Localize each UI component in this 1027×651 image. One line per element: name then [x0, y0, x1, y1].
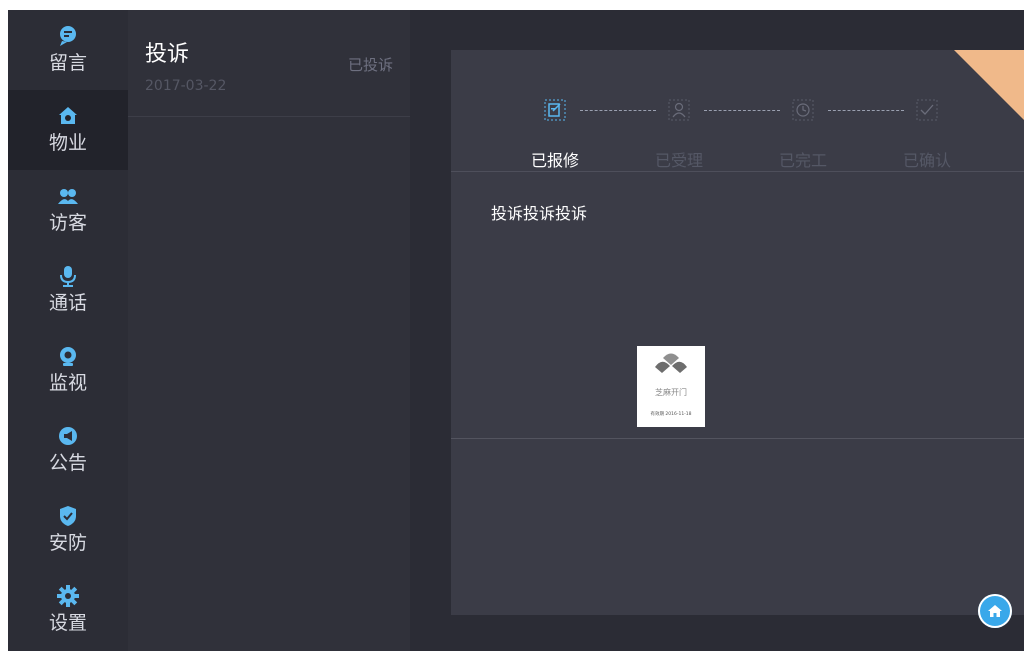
- sidebar-item-label: 物业: [48, 132, 87, 154]
- property-icon: [59, 107, 77, 124]
- sidebar-item-property[interactable]: 物业: [8, 90, 128, 170]
- sidebar: 留言 物业 访客 通话 监视 公告 安防 设置: [8, 10, 128, 651]
- sidebar-item-monitor[interactable]: 监视: [8, 330, 128, 410]
- detail-panel: 已报修 已受理 已完工 已确认 投诉投诉投诉 芝麻开门 有效期 2016-11-…: [451, 50, 1024, 615]
- camera-icon: [60, 347, 76, 366]
- sidebar-item-label: 访客: [48, 212, 87, 234]
- divider: [451, 438, 1024, 439]
- complaint-content: 投诉投诉投诉: [491, 204, 588, 223]
- step-label-confirmed: 已确认: [902, 151, 952, 170]
- gear-icon: [57, 585, 79, 607]
- check-icon: [916, 99, 938, 121]
- user-icon: [668, 99, 690, 121]
- clock-icon: [792, 99, 814, 121]
- sidebar-item-label: 公告: [48, 452, 87, 474]
- sidebar-item-settings[interactable]: 设置: [8, 570, 128, 650]
- step-label-accepted: 已受理: [654, 151, 704, 170]
- list-item-status: 已投诉: [347, 56, 393, 74]
- attachment-image[interactable]: 芝麻开门 有效期 2016-11-18: [637, 346, 705, 427]
- home-icon: [988, 605, 1002, 617]
- attachment-validity: 有效期 2016-11-18: [650, 412, 692, 417]
- step-connector: [828, 110, 904, 111]
- attachment-brand: 芝麻开门: [655, 388, 687, 397]
- megaphone-icon: [59, 427, 77, 445]
- sidebar-item-message[interactable]: 留言: [8, 10, 128, 90]
- step-label-reported: 已报修: [530, 151, 580, 170]
- sidebar-item-security[interactable]: 安防: [8, 490, 128, 570]
- sidebar-item-label: 留言: [48, 52, 87, 74]
- sidebar-item-label: 通话: [48, 292, 87, 314]
- sidebar-item-call[interactable]: 通话: [8, 250, 128, 330]
- microphone-icon: [60, 266, 76, 287]
- step-connector: [580, 110, 656, 111]
- sidebar-item-notice[interactable]: 公告: [8, 410, 128, 490]
- home-button[interactable]: [978, 594, 1012, 628]
- divider: [451, 171, 1024, 172]
- message-icon: [60, 26, 76, 46]
- sidebar-item-label: 安防: [48, 532, 87, 554]
- sesame-logo-icon: [655, 353, 687, 373]
- corner-ribbon: [954, 50, 1024, 120]
- list-item[interactable]: 投诉 已投诉 2017-03-22: [128, 10, 410, 117]
- edit-icon: [544, 99, 566, 121]
- list-item-title: 投诉: [145, 42, 190, 67]
- sidebar-item-visitor[interactable]: 访客: [8, 170, 128, 250]
- step-label-completed: 已完工: [778, 151, 828, 170]
- shield-icon: [60, 506, 76, 526]
- visitor-icon: [58, 189, 78, 204]
- step-connector: [704, 110, 780, 111]
- app-screen: 留言 物业 访客 通话 监视 公告 安防 设置 投诉 已投诉 2017-03-2…: [8, 10, 1024, 651]
- sidebar-item-label: 设置: [48, 612, 87, 634]
- sidebar-item-label: 监视: [48, 372, 87, 394]
- list-item-date: 2017-03-22: [145, 78, 227, 94]
- complaint-list: 投诉 已投诉 2017-03-22: [128, 10, 410, 651]
